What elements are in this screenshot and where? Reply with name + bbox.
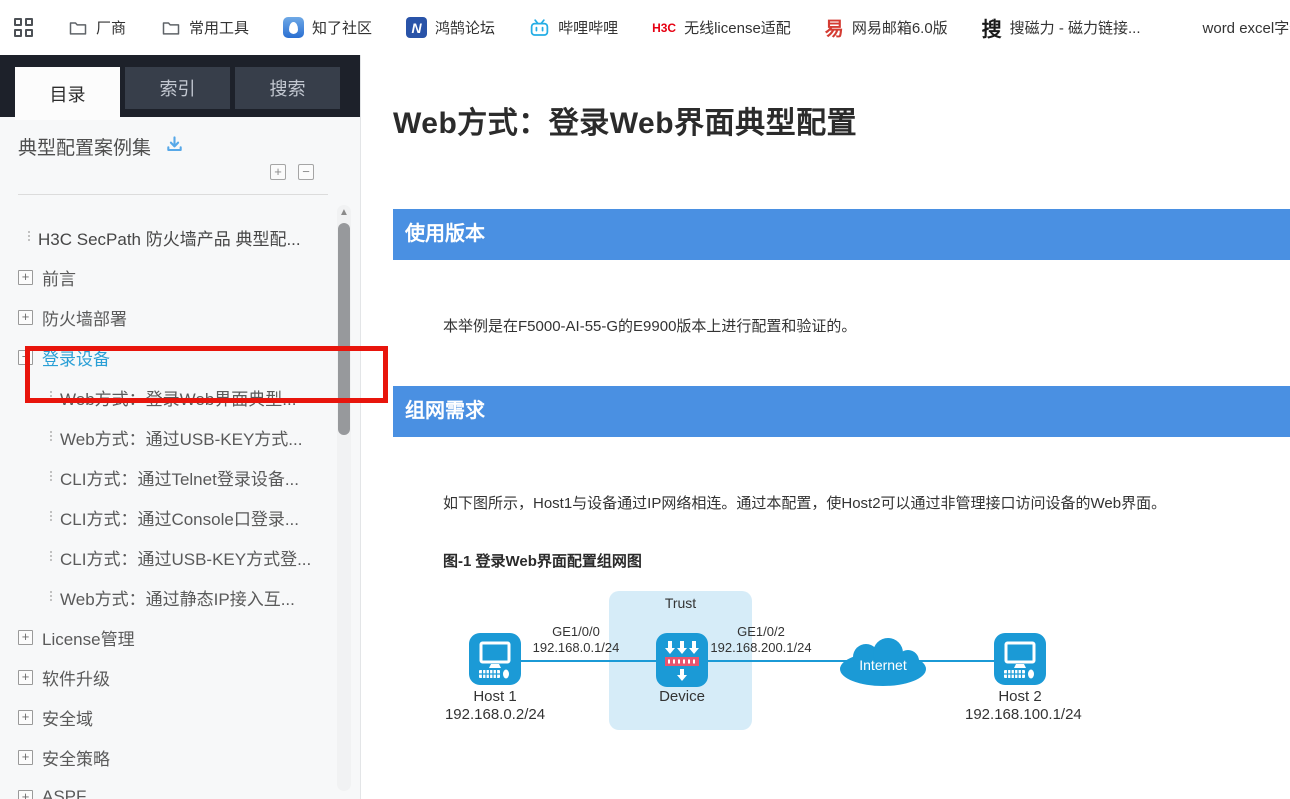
expand-all-button[interactable]: + (270, 164, 286, 180)
bilibili-icon (529, 17, 550, 38)
bookmark-honghu[interactable]: N 鸿鹄论坛 (406, 17, 495, 38)
tree-item-web-static-ip[interactable]: Web方式：通过静态IP接入互... (0, 577, 360, 617)
tree-item-web-usbkey[interactable]: Web方式：通过USB-KEY方式... (0, 417, 360, 457)
trust-zone-label: Trust (609, 595, 752, 611)
sou-icon: 搜 (982, 17, 1002, 38)
tree-item-h3c-secpath-root[interactable]: H3C SecPath 防火墙产品 典型配... (0, 217, 360, 257)
tree-item-cli-usbkey[interactable]: CLI方式：通过USB-KEY方式登... (0, 537, 360, 577)
tab-contents[interactable]: 目录 (15, 67, 120, 120)
expand-icon[interactable]: + (18, 310, 33, 325)
bookmark-label: 鸿鹄论坛 (435, 17, 495, 38)
netease-mail-icon: 易 (825, 17, 844, 38)
scrollbar-thumb[interactable] (338, 223, 350, 435)
bookmark-vendor-folder[interactable]: 厂商 (67, 17, 126, 38)
tree-marker-icon (50, 591, 52, 603)
tree-item-aspf[interactable]: + ASPF (0, 777, 360, 799)
download-icon[interactable] (165, 135, 184, 159)
section-body-network: 如下图所示，Host1与设备通过IP网络相连。通过本配置，使Host2可以通过非… (443, 492, 1290, 513)
expand-icon[interactable]: + (18, 710, 33, 725)
bookmark-label: 厂商 (96, 17, 126, 38)
sidebar: 目录 索引 搜索 典型配置案例集 + − (0, 55, 361, 799)
folder-icon (67, 17, 88, 38)
section-body-version: 本举例是在F5000-AI-55-G的E9900版本上进行配置和验证的。 (443, 315, 1290, 336)
bookmark-label: 知了社区 (312, 17, 372, 38)
collapse-all-button[interactable]: − (298, 164, 314, 180)
bookmark-h3c-license[interactable]: H3C 无线license适配 (652, 17, 791, 38)
host1-label: Host 1 192.168.0.2/24 (440, 688, 550, 724)
bookmark-label: 常用工具 (189, 17, 249, 38)
toc-tree: H3C SecPath 防火墙产品 典型配... + 前言 + 防火墙部署 − … (0, 195, 360, 799)
tree-item-software-upgrade[interactable]: + 软件升级 (0, 657, 360, 697)
bookmark-label: 搜磁力 - 磁力链接... (1010, 17, 1141, 38)
section-heading-version: 使用版本 (393, 209, 1290, 260)
sidebar-tab-bar: 目录 索引 搜索 (0, 55, 360, 117)
microsoft-icon (1175, 18, 1195, 38)
collection-title: 典型配置案例集 (18, 133, 151, 160)
bookmark-soucili[interactable]: 搜 搜磁力 - 磁力链接... (982, 17, 1141, 38)
tree-item-web-login[interactable]: Web方式：登录Web界面典型... (0, 377, 360, 417)
honghu-icon: N (406, 17, 427, 38)
tree-marker-icon (50, 471, 52, 483)
bookmark-zhiliao[interactable]: 知了社区 (283, 17, 372, 38)
tree-marker-icon (50, 551, 52, 563)
tree-marker-icon (50, 511, 52, 523)
bookmark-label: 网易邮箱6.0版 (852, 17, 948, 38)
host2-icon (994, 633, 1046, 690)
device-left-interface-label: GE1/0/0 192.168.0.1/24 (501, 624, 651, 656)
expand-icon[interactable]: + (18, 630, 33, 645)
folder-icon (160, 17, 181, 38)
network-link-line (495, 660, 1020, 662)
zhiliao-icon (283, 17, 304, 38)
bookmark-label: word excel字体都... (1203, 17, 1290, 38)
tree-item-firewall-deploy[interactable]: + 防火墙部署 (0, 297, 360, 337)
network-diagram: Trust (466, 583, 1276, 758)
sidebar-toolbar: 典型配置案例集 + − (0, 117, 360, 195)
scroll-up-icon[interactable]: ▲ (337, 205, 351, 218)
tree-marker-icon (50, 431, 52, 443)
device-right-interface-label: GE1/0/2 192.168.200.1/24 (686, 624, 836, 656)
tree-item-preface[interactable]: + 前言 (0, 257, 360, 297)
tree-marker-icon (50, 391, 52, 403)
internet-label: Internet (859, 657, 907, 673)
bookmark-common-tools-folder[interactable]: 常用工具 (160, 17, 249, 38)
bookmarks-bar: 厂商 常用工具 知了社区 N 鸿鹄论坛 哔哩哔哩 H3C 无线license适配… (0, 0, 1290, 55)
content-pane: Web方式：登录Web界面典型配置 使用版本 本举例是在F5000-AI-55-… (361, 55, 1290, 799)
section-heading-network: 组网需求 (393, 386, 1290, 437)
tree-item-cli-telnet[interactable]: CLI方式：通过Telnet登录设备... (0, 457, 360, 497)
tab-index[interactable]: 索引 (125, 67, 230, 109)
bookmark-netease-mail[interactable]: 易 网易邮箱6.0版 (825, 17, 948, 38)
tab-search[interactable]: 搜索 (235, 67, 340, 109)
bookmark-label: 哔哩哔哩 (558, 17, 618, 38)
tree-item-cli-console[interactable]: CLI方式：通过Console口登录... (0, 497, 360, 537)
tree-item-login-device[interactable]: − 登录设备 (0, 337, 360, 377)
host2-label: Host 2 192.168.100.1/24 (965, 688, 1075, 724)
tree-item-license-mgmt[interactable]: + License管理 (0, 617, 360, 657)
expand-icon[interactable]: + (18, 670, 33, 685)
collapse-icon[interactable]: − (18, 350, 33, 365)
tree-marker-icon (28, 231, 30, 243)
tree-item-security-policy[interactable]: + 安全策略 (0, 737, 360, 777)
main-area: 目录 索引 搜索 典型配置案例集 + − (0, 55, 1290, 799)
apps-grid-icon[interactable] (14, 18, 33, 37)
bookmark-word-excel[interactable]: word excel字体都... (1175, 17, 1290, 38)
h3c-logo-icon: H3C (652, 17, 676, 38)
tree-item-security-zone[interactable]: + 安全域 (0, 697, 360, 737)
bookmark-bilibili[interactable]: 哔哩哔哩 (529, 17, 618, 38)
page-title: Web方式：登录Web界面典型配置 (393, 98, 1290, 142)
expand-icon[interactable]: + (18, 270, 33, 285)
figure-caption: 图-1 登录Web界面配置组网图 (443, 550, 1290, 571)
sidebar-scrollbar[interactable]: ▲ (337, 205, 351, 791)
bookmark-label: 无线license适配 (684, 17, 791, 38)
device-label: Device (627, 688, 737, 706)
expand-icon[interactable]: + (18, 750, 33, 765)
internet-cloud-icon: Internet (838, 637, 928, 689)
expand-icon[interactable]: + (18, 790, 33, 799)
